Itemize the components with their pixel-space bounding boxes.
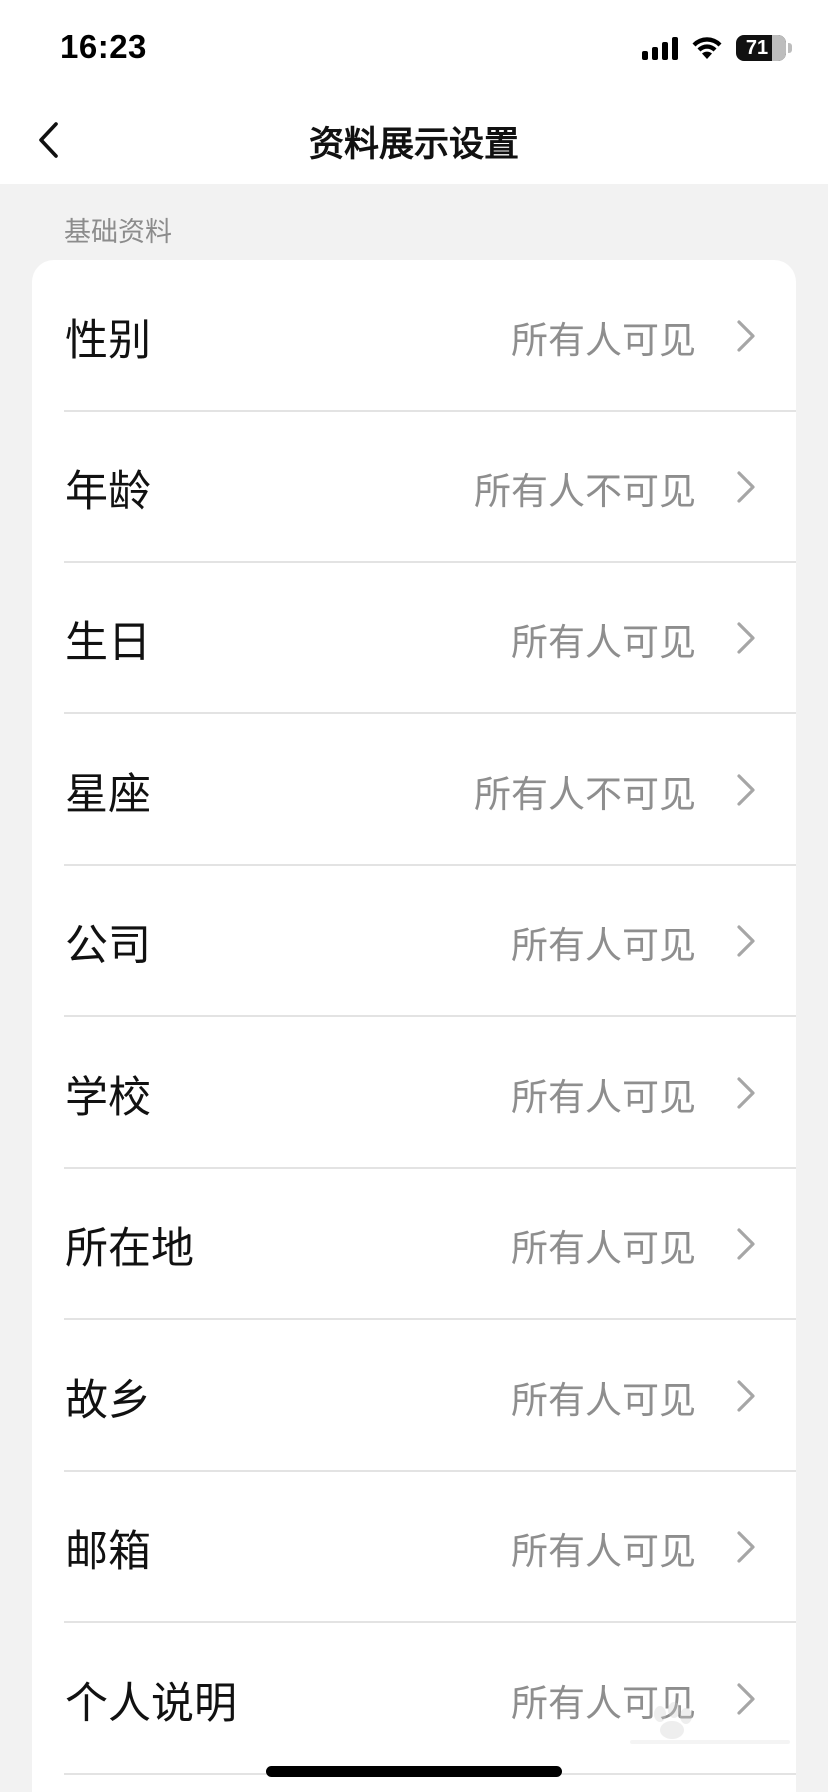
chevron-right-icon (737, 622, 755, 654)
setting-value: 所有人可见 (511, 1076, 696, 1119)
setting-label: 故乡 (65, 1376, 151, 1426)
setting-row-gender[interactable]: 性别 所有人可见 (32, 260, 796, 412)
setting-value: 所有人可见 (511, 621, 696, 664)
section-header: 基础资料 (64, 217, 172, 248)
setting-row-school[interactable]: 学校 所有人可见 (32, 1017, 796, 1169)
watermark-logo (630, 1702, 790, 1744)
setting-label: 学校 (65, 1073, 151, 1123)
setting-label: 年龄 (65, 467, 151, 517)
chevron-right-icon (737, 471, 755, 503)
setting-row-zodiac[interactable]: 星座 所有人不可见 (32, 714, 796, 866)
chevron-right-icon (737, 925, 755, 957)
chevron-right-icon (737, 1077, 755, 1109)
setting-label: 个人说明 (65, 1679, 237, 1729)
setting-label: 生日 (65, 618, 151, 668)
setting-row-location[interactable]: 所在地 所有人可见 (32, 1168, 796, 1320)
setting-row-hometown[interactable]: 故乡 所有人可见 (32, 1320, 796, 1472)
setting-row-company[interactable]: 公司 所有人可见 (32, 865, 796, 1017)
chevron-right-icon (737, 1228, 755, 1260)
settings-card: 性别 所有人可见 年龄 所有人不可见 生日 所有人可见 星座 所有人不可见 公司… (32, 260, 796, 1792)
setting-label: 公司 (65, 921, 151, 971)
home-indicator[interactable] (266, 1766, 562, 1777)
status-bar: 16:23 71 (0, 0, 828, 96)
setting-value: 所有人可见 (511, 1379, 696, 1422)
setting-value: 所有人不可见 (474, 470, 696, 513)
chevron-right-icon (737, 1531, 755, 1563)
screen: 16:23 71 资料展示设置 基础资料 性别 所有人可见 年龄 所有人不可见 … (0, 0, 828, 1792)
setting-row-age[interactable]: 年龄 所有人不可见 (32, 411, 796, 563)
setting-value: 所有人可见 (511, 1530, 696, 1573)
setting-value: 所有人可见 (511, 1227, 696, 1270)
setting-label: 星座 (65, 770, 151, 820)
chevron-right-icon (737, 774, 755, 806)
setting-row-birthday[interactable]: 生日 所有人可见 (32, 562, 796, 714)
setting-row-email[interactable]: 邮箱 所有人可见 (32, 1471, 796, 1623)
battery-nub (788, 43, 792, 53)
setting-label: 性别 (65, 316, 151, 366)
status-time: 16:23 (60, 28, 147, 65)
battery-icon: 71 (736, 35, 786, 61)
chevron-right-icon (737, 1380, 755, 1412)
setting-label: 邮箱 (65, 1527, 151, 1577)
status-icons: 71 (642, 34, 792, 62)
setting-value: 所有人可见 (511, 924, 696, 967)
page-title: 资料展示设置 (308, 125, 519, 165)
signal-icon (642, 36, 678, 60)
wifi-icon (692, 37, 722, 59)
setting-label: 所在地 (65, 1224, 194, 1274)
chevron-right-icon (737, 320, 755, 352)
battery-level: 71 (745, 36, 769, 59)
setting-value: 所有人不可见 (474, 773, 696, 816)
setting-value: 所有人可见 (511, 319, 696, 362)
nav-bar: 资料展示设置 (0, 96, 828, 184)
